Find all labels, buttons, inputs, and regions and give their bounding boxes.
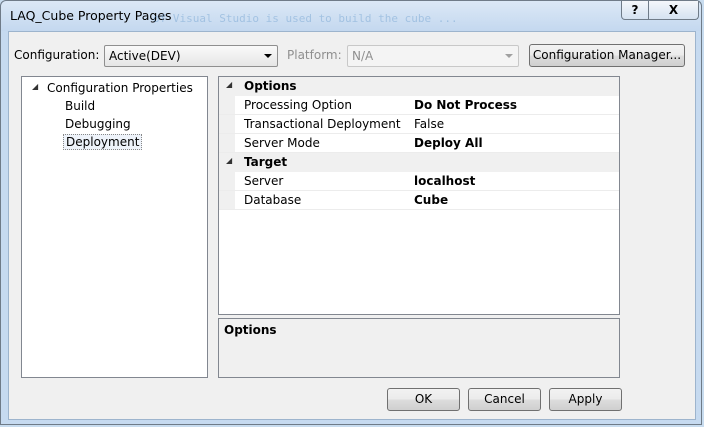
property-name: Processing Option	[244, 98, 352, 112]
tree-item-configuration-properties[interactable]: Configuration Properties	[47, 79, 193, 97]
property-name: Server Mode	[244, 136, 320, 150]
description-panel: Options	[218, 318, 620, 378]
property-row[interactable]: Transactional Deployment False	[219, 115, 619, 134]
property-value[interactable]: Cube	[414, 193, 448, 207]
configuration-manager-button[interactable]: Configuration Manager...	[529, 44, 685, 67]
property-row[interactable]: Server Mode Deploy All	[219, 134, 619, 153]
category-target[interactable]: ◢ Target	[219, 153, 619, 172]
background-code-text: of Visual Studio is used to build the cu…	[153, 12, 458, 25]
platform-label: Platform:	[287, 48, 342, 62]
property-value[interactable]: Deploy All	[414, 136, 483, 150]
description-title: Options	[224, 323, 277, 337]
window-title: LAQ_Cube Property Pages	[10, 8, 172, 23]
property-row[interactable]: Database Cube	[219, 191, 619, 210]
chevron-down-icon	[505, 54, 513, 58]
configuration-dropdown[interactable]: Active(DEV)	[104, 45, 278, 67]
expanded-triangle-icon[interactable]: ◢	[226, 156, 232, 165]
tree-item-deployment-label: Deployment	[63, 134, 143, 150]
apply-button[interactable]: Apply	[549, 388, 622, 411]
tree-item-deployment[interactable]: Deployment	[63, 133, 143, 151]
cancel-button[interactable]: Cancel	[468, 388, 541, 411]
tree-item-debugging[interactable]: Debugging	[65, 115, 131, 133]
configuration-label: Configuration:	[14, 48, 100, 62]
property-name: Transactional Deployment	[244, 117, 401, 131]
tree-item-build[interactable]: Build	[65, 97, 95, 115]
property-value[interactable]: Do Not Process	[414, 98, 517, 112]
ok-button[interactable]: OK	[387, 388, 460, 411]
property-pages-dialog: LAQ_Cube Property Pages of Visual Studio…	[0, 0, 702, 425]
property-value[interactable]: False	[414, 117, 444, 131]
property-grid[interactable]: ◢ Options Processing Option Do Not Proce…	[218, 76, 620, 315]
close-button[interactable]: X	[649, 1, 699, 20]
dialog-client-area: Configuration: Active(DEV) Platform: N/A…	[8, 31, 696, 420]
property-name: Server	[244, 174, 284, 188]
platform-value: N/A	[352, 49, 374, 63]
expanded-triangle-icon[interactable]: ◢	[32, 82, 38, 91]
platform-dropdown[interactable]: N/A	[347, 45, 519, 67]
configuration-value: Active(DEV)	[109, 49, 181, 63]
chevron-down-icon	[264, 54, 272, 58]
expanded-triangle-icon[interactable]: ◢	[226, 80, 232, 89]
configuration-tree[interactable]: ◢ Configuration Properties Build Debuggi…	[21, 76, 208, 378]
help-button[interactable]: ?	[621, 1, 649, 20]
title-bar[interactable]: LAQ_Cube Property Pages of Visual Studio…	[1, 1, 701, 31]
property-row[interactable]: Processing Option Do Not Process	[219, 96, 619, 115]
property-name: Database	[244, 193, 302, 207]
category-options[interactable]: ◢ Options	[219, 77, 619, 96]
property-row[interactable]: Server localhost	[219, 172, 619, 191]
property-value[interactable]: localhost	[414, 174, 475, 188]
